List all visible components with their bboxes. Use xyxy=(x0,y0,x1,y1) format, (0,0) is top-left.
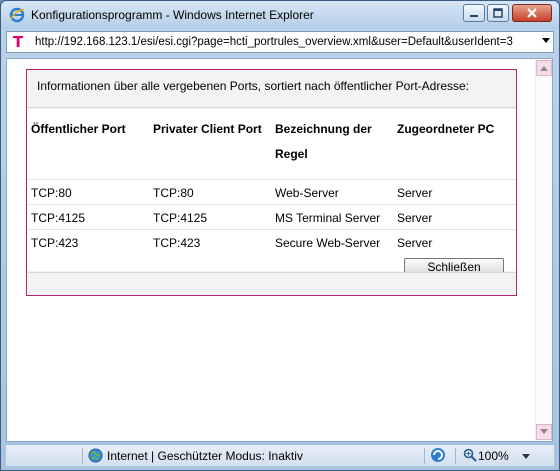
table-cell-public-port: TCP:4125 xyxy=(31,211,86,225)
zoom-level[interactable]: 100% xyxy=(478,449,509,463)
arrow-down-icon xyxy=(540,429,548,434)
url-field[interactable]: http://192.168.123.1/esi/esi.cgi?page=hc… xyxy=(35,36,535,48)
port-overview-panel: Informationen über alle vergebenen Ports… xyxy=(26,69,517,296)
minimize-icon xyxy=(470,15,478,17)
table-cell-private-port: TCP:4125 xyxy=(153,211,208,225)
close-icon xyxy=(527,8,537,18)
table-cell-private-port: TCP:80 xyxy=(153,186,194,200)
panel-intro-text: Informationen über alle vergebenen Ports… xyxy=(37,79,470,93)
minimize-button[interactable] xyxy=(463,4,485,22)
table-cell-rule-name: Secure Web-Server xyxy=(275,236,381,250)
arrow-up-icon xyxy=(540,66,548,71)
table-cell-rule-name: MS Terminal Server xyxy=(275,211,381,225)
page-content: Informationen über alle vergebenen Ports… xyxy=(6,58,553,442)
table-cell-private-port: TCP:423 xyxy=(153,236,201,250)
row-divider xyxy=(27,204,516,205)
table-cell-public-port: TCP:80 xyxy=(31,186,72,200)
title-bar[interactable]: Konfigurationsprogramm - Windows Interne… xyxy=(1,1,559,29)
table-cell-assigned-pc: Server xyxy=(397,186,433,200)
protected-mode-icon[interactable] xyxy=(430,447,446,463)
maximize-button[interactable] xyxy=(487,4,509,22)
row-divider xyxy=(27,229,516,230)
maximize-icon xyxy=(493,8,503,18)
address-bar[interactable]: T http://192.168.123.1/esi/esi.cgi?page=… xyxy=(6,31,554,53)
address-dropdown-icon[interactable] xyxy=(542,38,550,43)
zoom-dropdown-icon[interactable] xyxy=(522,454,530,459)
row-divider xyxy=(27,179,516,180)
panel-footer xyxy=(27,272,516,295)
zoom-magnifier-icon[interactable] xyxy=(463,448,477,462)
browser-window: Konfigurationsprogramm - Windows Interne… xyxy=(0,0,560,471)
column-header-rule-name-line2: Regel xyxy=(275,147,308,161)
table-cell-rule-name: Web-Server xyxy=(275,186,339,200)
scroll-down-button[interactable] xyxy=(536,424,552,440)
status-separator xyxy=(82,448,83,464)
ie-icon xyxy=(9,7,25,23)
column-header-assigned-pc: Zugeordneter PC xyxy=(397,122,495,136)
column-header-public-port: Öffentlicher Port xyxy=(31,122,126,136)
close-window-button[interactable] xyxy=(512,4,552,22)
status-bar: Internet | Geschützter Modus: Inaktiv 10… xyxy=(6,444,554,466)
table-cell-assigned-pc: Server xyxy=(397,211,433,225)
status-separator xyxy=(424,448,425,464)
table-cell-assigned-pc: Server xyxy=(397,236,433,250)
internet-globe-icon xyxy=(88,448,103,463)
scroll-up-button[interactable] xyxy=(536,60,552,76)
vertical-scrollbar[interactable] xyxy=(535,59,552,441)
status-separator xyxy=(455,448,456,464)
telekom-logo: T xyxy=(13,33,24,51)
column-header-rule-name-line1: Bezeichnung der xyxy=(275,122,372,136)
panel-header: Informationen über alle vergebenen Ports… xyxy=(27,70,516,108)
column-header-private-port: Privater Client Port xyxy=(153,122,262,136)
security-zone-text[interactable]: Internet | Geschützter Modus: Inaktiv xyxy=(107,449,303,463)
ports-table: Öffentlicher Port Privater Client Port B… xyxy=(27,109,516,276)
column-header-rule-name: Bezeichnung der Regel xyxy=(275,117,372,167)
window-title: Konfigurationsprogramm - Windows Interne… xyxy=(31,8,314,22)
table-cell-public-port: TCP:423 xyxy=(31,236,79,250)
